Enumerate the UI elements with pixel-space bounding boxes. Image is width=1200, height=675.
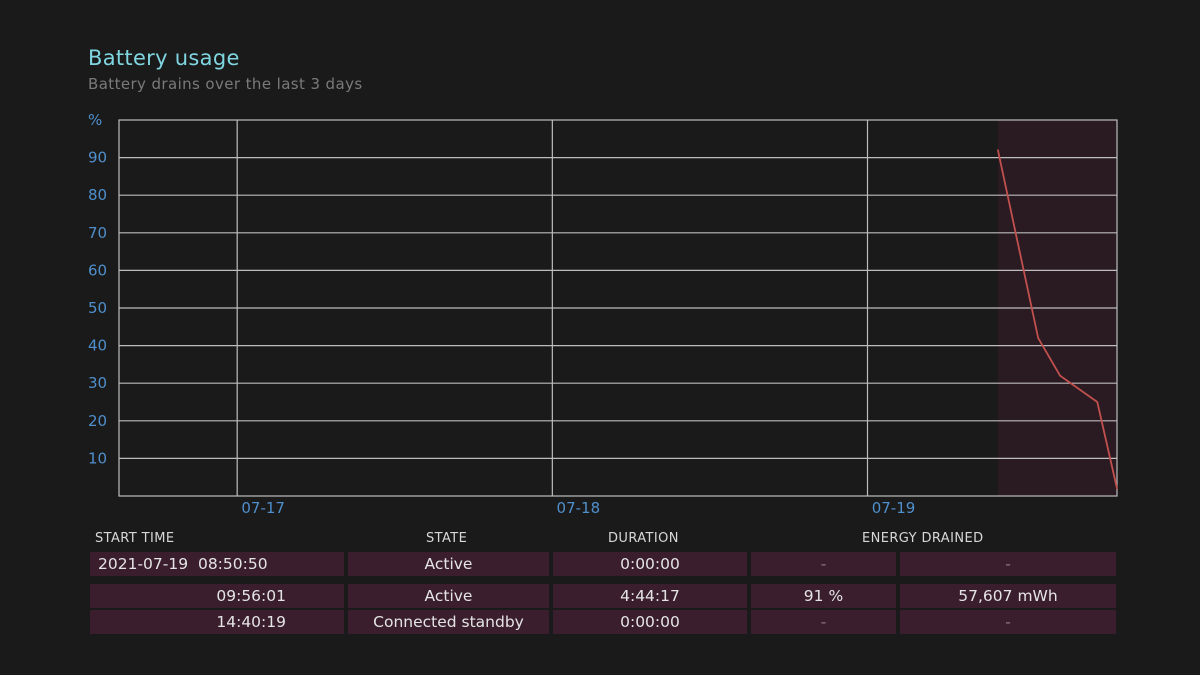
cell-state: Active xyxy=(348,584,549,608)
y-tick-label-50: 50 xyxy=(88,299,107,317)
y-tick-label-80: 80 xyxy=(88,186,107,204)
data-point-4 xyxy=(1116,487,1118,490)
table-header: START TIME STATE DURATION ENERGY DRAINED xyxy=(88,531,1118,549)
y-tick-label-30: 30 xyxy=(88,374,107,392)
cell-energy-pct: - xyxy=(751,610,896,634)
cell-energy-pct: 91 % xyxy=(751,584,896,608)
y-tick-label-10: 10 xyxy=(88,449,107,467)
cell-start-time: 14:40:19 xyxy=(90,610,344,634)
y-tick-label-90: 90 xyxy=(88,149,107,167)
data-point-2 xyxy=(1059,374,1061,377)
battery-usage-chart: 10 20 30 40 50 60 70 80 90% 07-17 07-18 07-19 xyxy=(88,111,1118,517)
data-point-1 xyxy=(1037,337,1040,339)
y-tick-label-70: 70 xyxy=(88,224,107,242)
x-tick-label-07-18: 07-18 xyxy=(557,499,601,517)
cell-energy-pct: - xyxy=(751,552,896,576)
cell-start-time: 2021-07-19 08:50:50 xyxy=(90,552,344,576)
x-tick-label-07-19: 07-19 xyxy=(872,499,916,517)
table-row: 14:40:19 Connected standby 0:00:00 - - xyxy=(88,610,1118,634)
x-tick-label-07-17: 07-17 xyxy=(241,499,285,517)
cell-duration: 4:44:17 xyxy=(553,584,747,608)
cell-date: 2021-07-19 xyxy=(98,555,189,573)
table-row: 09:56:01 Active 4:44:17 91 % 57,607 mWh xyxy=(88,584,1118,608)
cell-start-time: 09:56:01 xyxy=(90,584,344,608)
header-start-time: START TIME xyxy=(95,531,175,546)
battery-usage-table: START TIME STATE DURATION ENERGY DRAINED… xyxy=(88,531,1118,634)
header-duration: DURATION xyxy=(608,531,679,546)
cell-energy-mwh: - xyxy=(900,610,1116,634)
cell-duration: 0:00:00 xyxy=(553,610,747,634)
table-row: 2021-07-19 08:50:50 Active 0:00:00 - - xyxy=(88,552,1118,576)
y-axis-label: % xyxy=(88,111,102,129)
cell-energy-mwh: 57,607 mWh xyxy=(900,584,1116,608)
header-state: STATE xyxy=(426,531,468,546)
cell-time: 14:40:19 xyxy=(216,613,286,631)
y-tick-label-40: 40 xyxy=(88,337,107,355)
y-tick-label-60: 60 xyxy=(88,261,107,279)
cell-time: 09:56:01 xyxy=(216,587,286,605)
header-energy-drained: ENERGY DRAINED xyxy=(862,531,984,546)
cell-duration: 0:00:00 xyxy=(553,552,747,576)
cell-state: Connected standby xyxy=(348,610,549,634)
cell-time: 08:50:50 xyxy=(197,555,268,573)
data-point-0 xyxy=(997,149,999,151)
cell-energy-mwh: - xyxy=(900,552,1116,576)
cell-state: Active xyxy=(348,552,549,576)
y-tick-label-20: 20 xyxy=(88,412,107,430)
data-point-3 xyxy=(1096,401,1099,403)
